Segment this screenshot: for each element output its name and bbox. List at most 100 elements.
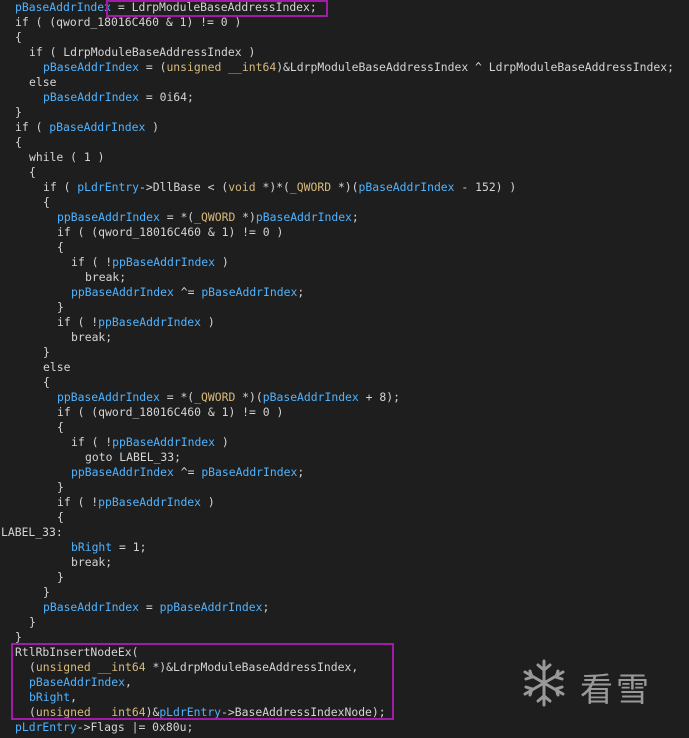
code-line[interactable]: else [0, 360, 70, 375]
code-token: break; [85, 270, 127, 284]
code-line[interactable]: ppBaseAddrIndex ^= pBaseAddrIndex; [0, 285, 304, 300]
code-line[interactable]: } [0, 300, 64, 315]
code-token: { [43, 195, 50, 209]
code-line[interactable]: { [0, 510, 64, 525]
code-line[interactable]: if ( !ppBaseAddrIndex ) [0, 255, 229, 270]
code-token: if ( ! [57, 495, 99, 509]
code-line[interactable]: if ( !ppBaseAddrIndex ) [0, 435, 229, 450]
identifier-token[interactable]: pBaseAddrIndex [29, 675, 125, 689]
identifier-token[interactable]: pBaseAddrIndex [201, 465, 297, 479]
identifier-token[interactable]: bRight [71, 540, 112, 554]
code-line[interactable]: if ( pBaseAddrIndex ) [0, 120, 159, 135]
code-line[interactable]: RtlRbInsertNodeEx( [0, 645, 138, 660]
code-line[interactable]: pLdrEntry->Flags |= 0x80u; [0, 720, 193, 735]
code-line[interactable]: (unsigned __int64)&pLdrEntry->BaseAddres… [0, 705, 386, 720]
code-line[interactable]: if ( (qword_18016C460 & 1) != 0 ) [0, 405, 283, 420]
code-line[interactable]: ppBaseAddrIndex = *(_QWORD *)(pBaseAddrI… [0, 390, 400, 405]
code-line[interactable]: ppBaseAddrIndex ^= pBaseAddrIndex; [0, 465, 304, 480]
code-token: if ( [15, 120, 50, 134]
code-line[interactable]: ppBaseAddrIndex = *(_QWORD *)pBaseAddrIn… [0, 210, 359, 225]
identifier-token[interactable]: ppBaseAddrIndex [112, 255, 215, 269]
code-line[interactable]: { [0, 195, 50, 210]
code-token: ->DllBase < ( [139, 180, 229, 194]
code-line[interactable]: { [0, 420, 64, 435]
code-line[interactable]: pBaseAddrIndex = (unsigned __int64)&Ldrp… [0, 60, 674, 75]
code-line[interactable]: { [0, 240, 64, 255]
identifier-token[interactable]: ppBaseAddrIndex [57, 390, 160, 404]
code-line[interactable]: while ( 1 ) [0, 150, 104, 165]
code-line[interactable]: { [0, 30, 22, 45]
identifier-token[interactable]: ppBaseAddrIndex [71, 465, 174, 479]
code-token: ) [215, 255, 229, 269]
pseudocode-view[interactable]: pBaseAddrIndex = LdrpModuleBaseAddressIn… [0, 0, 689, 738]
code-token: if ( ! [71, 255, 113, 269]
code-line[interactable]: break; [0, 330, 112, 345]
identifier-token[interactable]: pBaseAddrIndex [43, 600, 139, 614]
code-line[interactable]: } [0, 105, 22, 120]
code-line[interactable]: if ( (qword_18016C460 & 1) != 0 ) [0, 225, 283, 240]
identifier-token[interactable]: ppBaseAddrIndex [57, 210, 160, 224]
identifier-token[interactable]: ppBaseAddrIndex [112, 435, 215, 449]
code-line[interactable]: (unsigned __int64 *)&LdrpModuleBaseAddre… [0, 660, 358, 675]
identifier-token[interactable]: pLdrEntry [15, 720, 77, 734]
code-line[interactable]: } [0, 585, 50, 600]
identifier-token[interactable]: pBaseAddrIndex [201, 285, 297, 299]
identifier-token[interactable]: ppBaseAddrIndex [160, 600, 263, 614]
code-token: )&LdrpModuleBaseAddressIndex ^ LdrpModul… [276, 60, 674, 74]
code-token: ) [201, 315, 215, 329]
code-line[interactable]: if ( pLdrEntry->DllBase < (void *)*(_QWO… [0, 180, 516, 195]
code-token: = [139, 600, 160, 614]
watermark: 看雪 [518, 657, 688, 709]
code-line[interactable]: LABEL_33: [0, 525, 63, 540]
code-token: } [57, 300, 64, 314]
code-line[interactable]: } [0, 630, 22, 645]
code-line[interactable]: } [0, 570, 64, 585]
code-line[interactable]: if ( !ppBaseAddrIndex ) [0, 315, 215, 330]
code-line[interactable]: } [0, 480, 64, 495]
identifier-token[interactable]: pLdrEntry [159, 705, 221, 719]
type-token: _QWORD [289, 180, 332, 194]
code-token: RtlRbInsertNodeEx( [15, 645, 139, 659]
code-token: ^= [173, 465, 202, 479]
identifier-token[interactable]: bRight [29, 690, 70, 704]
identifier-token[interactable]: pBaseAddrIndex [43, 60, 139, 74]
code-line[interactable]: pBaseAddrIndex = 0i64; [0, 90, 194, 105]
identifier-token[interactable]: pBaseAddrIndex [256, 210, 352, 224]
code-line[interactable]: break; [0, 270, 126, 285]
code-token: *)*( [255, 180, 290, 194]
code-token: + 8); [358, 390, 400, 404]
code-line[interactable]: pBaseAddrIndex, [0, 675, 132, 690]
code-line[interactable]: } [0, 345, 50, 360]
code-token: if ( [43, 180, 78, 194]
code-line[interactable]: { [0, 375, 50, 390]
code-line[interactable]: if ( LdrpModuleBaseAddressIndex ) [0, 45, 255, 60]
identifier-token[interactable]: pBaseAddrIndex [359, 180, 455, 194]
code-line[interactable]: } [0, 615, 36, 630]
type-token: _QWORD [194, 210, 236, 224]
identifier-token[interactable]: ppBaseAddrIndex [98, 315, 201, 329]
code-token: if ( (qword_18016C460 & 1) != 0 ) [57, 225, 284, 239]
code-line[interactable]: bRight, [0, 690, 77, 705]
identifier-token[interactable]: pBaseAddrIndex [263, 390, 359, 404]
identifier-token[interactable]: pLdrEntry [77, 180, 139, 194]
code-line[interactable]: pBaseAddrIndex = LdrpModuleBaseAddressIn… [0, 0, 317, 15]
code-token: = 0i64; [139, 90, 194, 104]
code-line[interactable]: break; [0, 555, 112, 570]
code-token: { [15, 30, 22, 44]
code-line[interactable]: else [0, 75, 56, 90]
code-token: if ( ! [57, 315, 99, 329]
code-line[interactable]: { [0, 165, 36, 180]
identifier-token[interactable]: pBaseAddrIndex [43, 90, 139, 104]
code-line[interactable]: if ( !ppBaseAddrIndex ) [0, 495, 215, 510]
identifier-token[interactable]: pBaseAddrIndex [15, 0, 111, 14]
identifier-token[interactable]: ppBaseAddrIndex [98, 495, 201, 509]
code-line[interactable]: { [0, 135, 22, 150]
identifier-token[interactable]: ppBaseAddrIndex [71, 285, 174, 299]
identifier-token[interactable]: pBaseAddrIndex [49, 120, 145, 134]
code-line[interactable]: bRight = 1; [0, 540, 146, 555]
code-token: = *( [159, 390, 195, 404]
code-line[interactable]: pBaseAddrIndex = ppBaseAddrIndex; [0, 600, 269, 615]
code-line[interactable]: goto LABEL_33; [0, 450, 181, 465]
code-token: } [57, 570, 64, 584]
code-line[interactable]: if ( (qword_18016C460 & 1) != 0 ) [0, 15, 241, 30]
